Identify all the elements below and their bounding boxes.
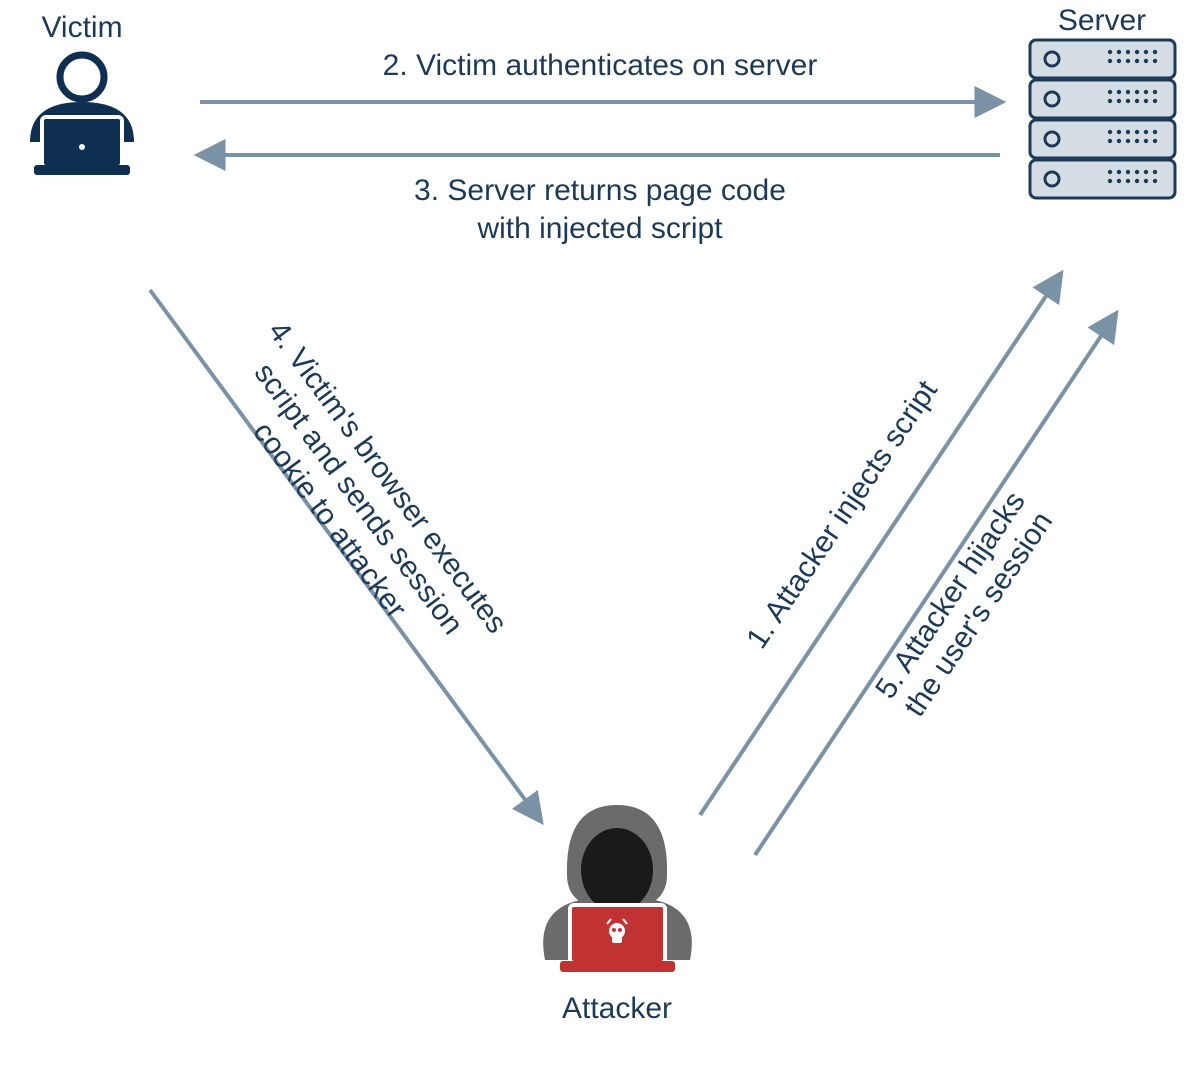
attacker-label: Attacker [562,992,672,1025]
step-3-label-b: with injected script [476,212,723,245]
step-4-labels: 4. Victim's browser executes script and … [204,315,514,682]
server-icon [1030,40,1175,198]
step-3-label-a: 3. Server returns page code [414,174,786,207]
xss-diagram: Victim Server [0,0,1200,1070]
server-node: Server [1030,4,1175,198]
victim-node: Victim [30,11,134,175]
step-1-label: 1. Attacker injects script [740,374,944,654]
step-4-label-b: script and sends session [248,357,470,641]
server-label: Server [1058,4,1146,37]
attacker-node: Attacker [543,805,692,1025]
step-2-label: 2. Victim authenticates on server [383,49,818,82]
victim-label: Victim [41,11,122,44]
victim-icon [30,55,134,175]
attacker-icon [543,805,692,972]
